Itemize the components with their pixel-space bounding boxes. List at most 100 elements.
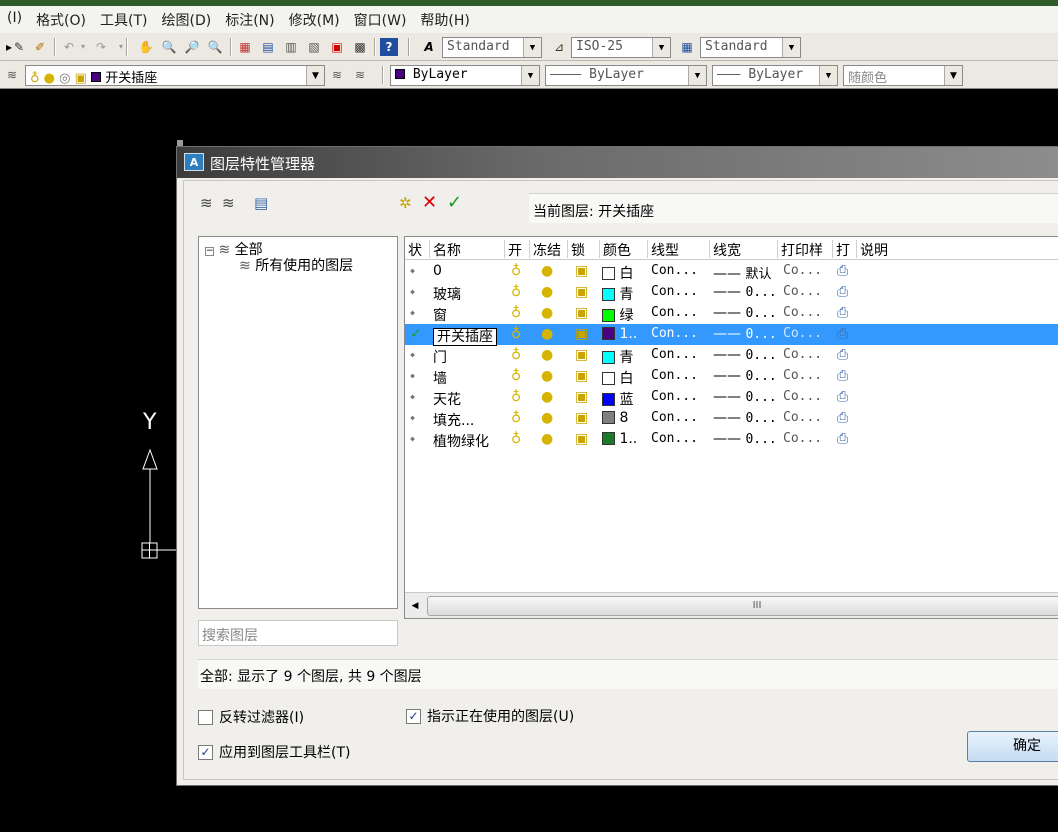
sun-icon[interactable]: ● (541, 410, 553, 426)
tree-node-used-layers[interactable]: ≋ 所有使用的图层 (239, 255, 353, 275)
new-layer-icon[interactable]: ✲ (399, 194, 412, 212)
dialog-titlebar[interactable]: A 图层特性管理器 (177, 147, 1058, 178)
menu-item[interactable]: 标注(N) (218, 10, 281, 30)
col-color[interactable]: 颜色 (600, 240, 648, 259)
delete-layer-icon[interactable]: ✕ (422, 192, 437, 213)
col-on[interactable]: 开 (505, 240, 530, 259)
lightbulb-icon[interactable]: ♁ (511, 368, 521, 384)
col-name[interactable]: 名称 (430, 240, 505, 259)
new-property-filter-icon[interactable]: ≋ (200, 194, 213, 212)
lightbulb-icon[interactable]: ♁ (511, 431, 521, 447)
layer-color[interactable]: 1.. (602, 326, 637, 342)
chevron-down-icon[interactable]: ▼ (944, 66, 962, 85)
layer-previous-icon[interactable]: ≋ (351, 66, 369, 84)
new-group-filter-icon[interactable]: ≋ (222, 194, 235, 212)
chevron-down-icon[interactable]: ▼ (688, 66, 706, 85)
layer-color[interactable]: 青 (602, 347, 633, 367)
help-icon[interactable]: ? (380, 38, 398, 56)
table-style-select[interactable]: Standard ▼ (700, 37, 801, 58)
layer-linetype[interactable]: Con... (651, 410, 698, 425)
scroll-left-icon[interactable]: ◀ (408, 598, 422, 614)
plotstyle-select[interactable]: 随颜色 ▼ (843, 65, 963, 86)
printer-icon[interactable]: ⎙ (837, 410, 848, 426)
layer-name[interactable]: 填充... (433, 410, 474, 430)
layer-states-manager-icon[interactable]: ▤ (254, 194, 268, 212)
unlock-icon[interactable]: ▣ (575, 305, 588, 321)
layer-name[interactable]: 植物绿化 (433, 431, 489, 451)
printer-icon[interactable]: ⎙ (837, 347, 848, 363)
design-center-icon[interactable]: ▤ (259, 38, 277, 56)
sun-icon[interactable]: ● (541, 431, 553, 447)
dim-style-icon[interactable]: ⊿ (550, 38, 568, 56)
menu-item[interactable]: 帮助(H) (413, 10, 476, 30)
sun-icon[interactable]: ● (541, 368, 553, 384)
layer-row[interactable]: ⬩ 玻璃 ♁ ● ▣ 青 Con... —— 0... Co... ⎙ (405, 282, 1058, 303)
layer-row[interactable]: ⬩ 墙 ♁ ● ▣ 白 Con... —— 0... Co... ⎙ (405, 366, 1058, 387)
collapse-icon[interactable]: − (205, 247, 214, 256)
menu-item[interactable]: (I) (0, 10, 29, 30)
chevron-down-icon[interactable]: ▼ (819, 66, 837, 85)
col-description[interactable]: 说明 (857, 240, 1058, 259)
scrollbar-thumb[interactable]: III (427, 596, 1058, 616)
layer-manager-icon[interactable]: ≋ (3, 66, 21, 84)
menu-item[interactable]: 绘图(D) (155, 10, 219, 30)
col-status[interactable]: 状 (405, 240, 430, 259)
undo-dropdown-icon[interactable]: ▾ (74, 38, 92, 56)
pencil-icon[interactable]: ✎ (10, 38, 28, 56)
chevron-down-icon[interactable]: ▼ (523, 38, 541, 57)
ok-button[interactable]: 确定 (967, 731, 1058, 762)
invert-filter-checkbox[interactable]: 反转过滤器(I) (198, 707, 304, 727)
layer-lineweight[interactable]: —— 0... (713, 284, 777, 300)
unlock-icon[interactable]: ▣ (575, 263, 588, 279)
search-layers-input[interactable]: 搜索图层 (198, 620, 398, 646)
layer-row[interactable]: ⬩ 植物绿化 ♁ ● ▣ 1.. Con... —— 0... Co... ⎙ (405, 429, 1058, 450)
layer-name[interactable]: 窗 (433, 305, 447, 325)
unlock-icon[interactable]: ▣ (575, 389, 588, 405)
table-style-icon[interactable]: ▦ (678, 38, 696, 56)
layer-row[interactable]: ⬩ 填充... ♁ ● ▣ 8 Con... —— 0... Co... ⎙ (405, 408, 1058, 429)
checkbox-box[interactable] (198, 709, 213, 725)
layer-name[interactable]: 玻璃 (433, 284, 461, 304)
layer-row[interactable]: ⬩ 0 ♁ ● ▣ 白 Con... —— 默认 Co... ⎙ (405, 261, 1058, 282)
checkmark-icon[interactable]: ✓ (406, 708, 421, 724)
layer-row[interactable]: ⬩ 门 ♁ ● ▣ 青 Con... —— 0... Co... ⎙ (405, 345, 1058, 366)
linetype-select[interactable]: ———— ByLayer ▼ (545, 65, 707, 86)
layer-row[interactable]: ⬩ 窗 ♁ ● ▣ 绿 Con... —— 0... Co... ⎙ (405, 303, 1058, 324)
sun-icon[interactable]: ● (541, 326, 553, 342)
layer-linetype[interactable]: Con... (651, 368, 698, 383)
lightbulb-icon[interactable]: ♁ (511, 389, 521, 405)
properties-icon[interactable]: ▦ (236, 38, 254, 56)
unlock-icon[interactable]: ▣ (575, 410, 588, 426)
layer-lineweight[interactable]: —— 0... (713, 368, 777, 384)
layer-lineweight[interactable]: —— 0... (713, 326, 777, 342)
text-style-select[interactable]: Standard ▼ (442, 37, 542, 58)
lightbulb-icon[interactable]: ♁ (511, 347, 521, 363)
layer-color[interactable]: 白 (602, 368, 633, 388)
printer-icon[interactable]: ⎙ (837, 368, 848, 384)
col-plotstyle[interactable]: 打印样 (778, 240, 833, 259)
chevron-down-icon[interactable]: ▼ (306, 66, 324, 85)
layer-lineweight[interactable]: —— 默认 (713, 263, 771, 282)
sun-icon[interactable]: ● (541, 347, 553, 363)
menu-item[interactable]: 修改(M) (282, 10, 347, 30)
layer-linetype[interactable]: Con... (651, 263, 698, 278)
layer-select[interactable]: ♁ ● ◎ ▣ 开关插座 ▼ (25, 65, 325, 86)
unlock-icon[interactable]: ▣ (575, 431, 588, 447)
set-current-icon[interactable]: ✓ (447, 192, 462, 213)
layer-name[interactable]: 天花 (433, 389, 461, 409)
col-linetype[interactable]: 线型 (648, 240, 710, 259)
sun-icon[interactable]: ● (541, 389, 553, 405)
lightbulb-icon[interactable]: ♁ (511, 263, 521, 279)
layer-row[interactable]: ⬩ 天花 ♁ ● ▣ 蓝 Con... —— 0... Co... ⎙ (405, 387, 1058, 408)
redo-icon[interactable]: ↷ (92, 38, 110, 56)
layer-color[interactable]: 绿 (602, 305, 633, 325)
layer-name[interactable]: 墙 (433, 368, 447, 388)
layer-linetype[interactable]: Con... (651, 431, 698, 446)
lineweight-select[interactable]: ——— ByLayer ▼ (712, 65, 838, 86)
calculator-icon[interactable]: ▩ (351, 38, 369, 56)
lightbulb-icon[interactable]: ♁ (511, 284, 521, 300)
checkmark-icon[interactable]: ✓ (198, 744, 213, 760)
pan-icon[interactable]: ✋ (137, 38, 155, 56)
unlock-icon[interactable]: ▣ (575, 284, 588, 300)
sun-icon[interactable]: ● (541, 263, 553, 279)
